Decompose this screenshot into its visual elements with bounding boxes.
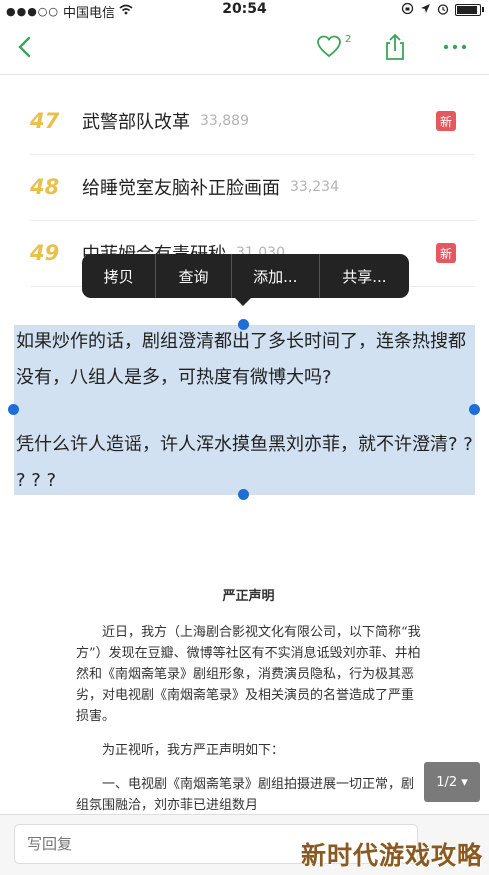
status-right — [401, 2, 484, 18]
topic-count: 33,234 — [290, 179, 339, 195]
alarm-icon — [437, 3, 449, 18]
share-icon[interactable] — [378, 30, 412, 64]
menu-item-share[interactable]: 共享... — [320, 254, 409, 298]
lock-rotation-icon — [401, 2, 414, 18]
page-selector[interactable]: 1/2 ▾ — [424, 762, 480, 802]
context-menu-arrow — [234, 297, 252, 306]
context-menu: 拷贝 查询 添加... 共享... — [82, 254, 409, 298]
location-icon — [420, 3, 431, 17]
more-icon[interactable] — [438, 30, 472, 64]
new-badge: 新 — [436, 243, 456, 263]
battery-icon — [455, 4, 484, 16]
chevron-left-icon[interactable] — [8, 30, 42, 64]
statement-image: 严正声明 近日，我方（上海剧合影视文化有限公司，以下简称“我方”）发现在豆瓣、微… — [76, 585, 421, 829]
post-paragraph-1: 如果炒作的话，剧组澄清都出了多长时间了，连条热搜都没有，八组人是多，可热度有微博… — [16, 331, 466, 388]
heart-icon[interactable] — [312, 30, 346, 64]
list-item[interactable]: 48 给睡觉室友脑补正脸画面 33,234 — [30, 154, 475, 221]
status-bar: ●●●○○ 中国电信 20:54 — [0, 0, 489, 21]
selection-handle-left[interactable] — [8, 404, 19, 415]
statement-paragraph: 近日，我方（上海剧合影视文化有限公司，以下简称“我方”）发现在豆瓣、微博等社区有… — [76, 625, 421, 724]
nav-bar: 2 — [0, 20, 489, 75]
menu-item-copy[interactable]: 拷贝 — [82, 254, 157, 298]
rank-number: 47 — [30, 109, 60, 133]
statement-paragraph: 一、电视剧《南烟斋笔录》剧组拍摄进展一切正常，剧组氛围融洽，刘亦菲已进组数月 — [76, 777, 415, 813]
rank-number: 48 — [30, 175, 60, 199]
menu-item-add[interactable]: 添加... — [232, 254, 320, 298]
topic-count: 33,889 — [200, 113, 249, 129]
rank-number: 49 — [30, 241, 60, 265]
like-count: 2 — [345, 34, 352, 45]
menu-item-lookup[interactable]: 查询 — [156, 254, 232, 298]
topic-title: 武警部队改革 — [82, 112, 190, 133]
new-badge: 新 — [436, 111, 456, 131]
post-paragraph-2: 凭什么许人造谣，许人浑水摸鱼黑刘亦菲，就不许澄清? ? ? ? ? — [16, 434, 473, 491]
topic-title: 给睡觉室友脑补正脸画面 — [82, 178, 280, 199]
statement-title: 严正声明 — [222, 589, 275, 604]
statement-paragraph: 为正视听，我方严正声明如下： — [102, 743, 285, 758]
list-item[interactable]: 47 武警部队改革 33,889 新 — [30, 88, 475, 155]
selection-handle-right[interactable] — [469, 404, 480, 415]
watermark-logo: 新时代游戏攻略 — [300, 841, 483, 870]
